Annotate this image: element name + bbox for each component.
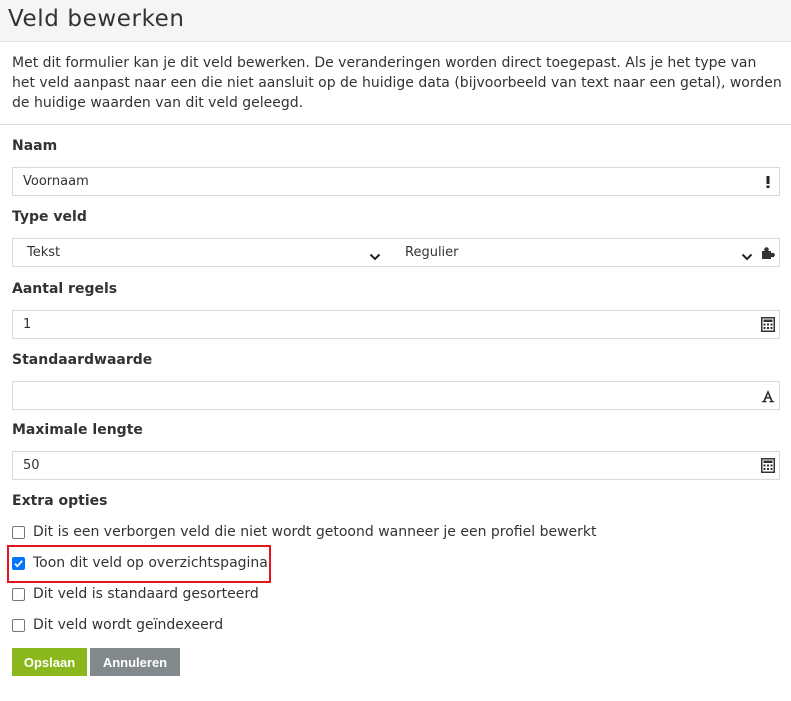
- type-veld-group: Tekst Regulier: [12, 238, 780, 267]
- type-select[interactable]: Tekst: [13, 239, 389, 266]
- option-indexed[interactable]: Dit veld wordt geïndexeerd: [12, 615, 223, 635]
- aantal-regels-value: 1: [23, 317, 32, 332]
- checkbox[interactable]: [12, 618, 25, 632]
- naam-value: Voornaam: [23, 174, 89, 189]
- calculator-icon: [760, 316, 776, 333]
- option-label: Dit is een verborgen veld die niet wordt…: [33, 524, 597, 540]
- aantal-regels-field[interactable]: 1: [12, 310, 780, 339]
- puzzle-icon: [760, 244, 776, 261]
- page-header: Veld bewerken: [0, 0, 791, 42]
- calculator-icon: [760, 457, 776, 474]
- option-default-sorted[interactable]: Dit veld is standaard gesorteerd: [12, 584, 259, 604]
- naam-field[interactable]: Voornaam: [12, 167, 780, 196]
- subtype-select-value: Regulier: [405, 245, 459, 260]
- standaardwaarde-label: Standaardwaarde: [12, 352, 153, 368]
- option-label: Dit veld wordt geïndexeerd: [33, 617, 224, 633]
- chevron-down-icon: [741, 247, 753, 261]
- maximale-lengte-value: 50: [23, 458, 40, 473]
- chevron-down-icon: [369, 247, 381, 261]
- page-title: Veld bewerken: [8, 6, 185, 32]
- cancel-button[interactable]: Annuleren: [90, 648, 180, 676]
- checkbox[interactable]: [12, 587, 25, 601]
- maximale-lengte-label: Maximale lengte: [12, 422, 143, 438]
- option-hidden-field[interactable]: Dit is een verborgen veld die niet wordt…: [12, 522, 597, 542]
- font-icon: [760, 387, 776, 404]
- type-veld-label: Type veld: [12, 209, 87, 225]
- subtype-select[interactable]: Regulier: [391, 239, 757, 266]
- option-label: Dit veld is standaard gesorteerd: [33, 586, 259, 602]
- checkbox[interactable]: [12, 525, 25, 539]
- naam-label: Naam: [12, 138, 58, 154]
- type-select-value: Tekst: [27, 245, 61, 260]
- divider: [0, 124, 791, 125]
- save-button[interactable]: Opslaan: [12, 648, 87, 676]
- highlight-box: [7, 545, 271, 583]
- standaardwaarde-field[interactable]: [12, 381, 780, 410]
- intro-text: Met dit formulier kan je dit veld bewerk…: [12, 55, 782, 111]
- aantal-regels-label: Aantal regels: [12, 281, 118, 297]
- extra-opties-label: Extra opties: [12, 493, 108, 509]
- exclamation-icon: [760, 173, 776, 190]
- maximale-lengte-field[interactable]: 50: [12, 451, 780, 480]
